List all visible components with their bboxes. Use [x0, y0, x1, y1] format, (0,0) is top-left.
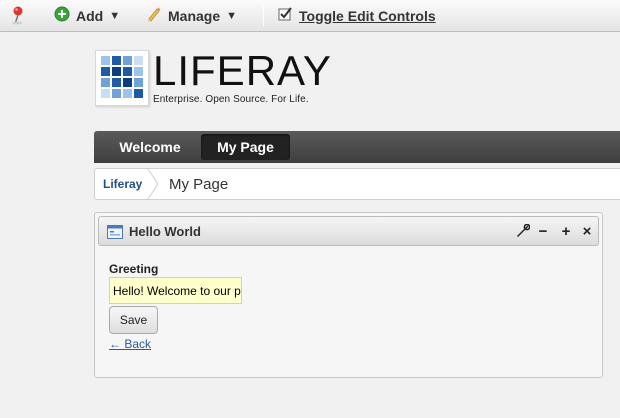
- portlet-window-icon: [107, 225, 123, 239]
- dockbar: Add ▼ Manage ▼ Toggle Edit Controls: [0, 0, 620, 32]
- portlet-titlebar[interactable]: Hello World − + ×: [98, 216, 599, 246]
- checkbox-checked-icon: [278, 6, 293, 25]
- pencil-icon: [146, 6, 162, 25]
- greeting-input[interactable]: Hello! Welcome to our p: [109, 277, 242, 304]
- breadcrumb: Liferay My Page: [94, 168, 620, 200]
- chevron-down-icon: ▼: [226, 9, 238, 22]
- close-button[interactable]: ×: [579, 217, 595, 245]
- logo-wordmark: LIFERAY: [153, 47, 332, 94]
- back-link[interactable]: ← Back: [109, 337, 151, 351]
- main-navigation: Welcome My Page: [94, 131, 620, 163]
- add-menu-button[interactable]: Add ▼: [54, 0, 120, 31]
- nav-tab-my-page[interactable]: My Page: [201, 134, 290, 160]
- toggle-edit-controls-button[interactable]: Toggle Edit Controls: [278, 0, 436, 31]
- nav-tab-welcome[interactable]: Welcome: [102, 134, 198, 160]
- chevron-down-icon: ▼: [109, 9, 121, 22]
- breadcrumb-separator-icon: [147, 169, 159, 199]
- breadcrumb-item-liferay[interactable]: Liferay: [103, 169, 142, 199]
- maximize-button[interactable]: +: [558, 217, 574, 245]
- minimize-button[interactable]: −: [535, 217, 551, 245]
- liferay-logo-icon: [95, 50, 149, 106]
- toggle-edit-controls-label: Toggle Edit Controls: [299, 7, 436, 24]
- portlet-title: Hello World: [129, 223, 201, 239]
- dockbar-divider: [263, 6, 264, 26]
- logo-tagline: Enterprise. Open Source. For Life.: [153, 94, 309, 105]
- pushpin-icon[interactable]: [11, 0, 29, 31]
- add-menu-label: Add: [76, 7, 104, 24]
- breadcrumb-item-current: My Page: [169, 175, 229, 193]
- greeting-label: Greeting: [109, 262, 159, 276]
- plus-circle-icon: [54, 6, 70, 25]
- wrench-icon[interactable]: [515, 217, 531, 245]
- hello-world-portlet: Hello World − + × Greeting Hello! Welcom…: [94, 212, 603, 378]
- site-logo[interactable]: LIFERAY Enterprise. Open Source. For Lif…: [95, 50, 331, 106]
- manage-menu-button[interactable]: Manage ▼: [146, 0, 237, 31]
- greeting-input-value: Hello! Welcome to our p: [113, 283, 241, 298]
- save-button[interactable]: Save: [109, 306, 158, 334]
- manage-menu-label: Manage: [168, 7, 221, 24]
